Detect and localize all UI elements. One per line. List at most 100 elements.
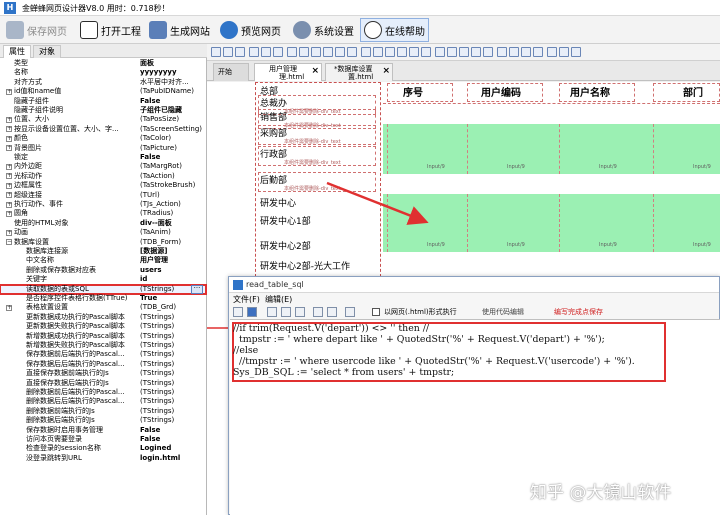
editor-tool-icon[interactable] (447, 47, 457, 57)
property-row[interactable]: + 超级连接 (TUrl) (0, 191, 206, 200)
grid-cell[interactable] (467, 194, 468, 252)
property-value[interactable]: 水平居中对齐... (140, 78, 202, 87)
property-row[interactable]: 保存数据时启用事务管理 False (0, 426, 206, 435)
property-value[interactable]: (TStrings) (140, 407, 202, 416)
editor-tool-icon[interactable] (347, 47, 357, 57)
property-row[interactable]: 数据库连接源 [数据源] (0, 247, 206, 256)
property-row[interactable]: 名称 yyyyyyyy (0, 68, 206, 77)
property-row[interactable]: 读取数据的表或SQL (TStrings) ··· (0, 283, 207, 296)
grid-cell[interactable] (559, 124, 560, 174)
editor-tool-icon[interactable] (421, 47, 431, 57)
property-value[interactable]: (TaPicture) (140, 144, 202, 153)
property-value[interactable]: (TaStrokeBrush) (140, 181, 202, 190)
paste-icon[interactable] (295, 307, 305, 317)
property-value[interactable]: False (140, 97, 202, 106)
property-row[interactable]: 直接保存数据后端执行的Js (TStrings) (0, 379, 206, 388)
editor-tool-icon[interactable] (273, 47, 283, 57)
property-row[interactable]: 检查登录的session名称 Logined (0, 444, 206, 453)
property-row[interactable]: + 表格放置设置 (TDB_Grd) (0, 303, 206, 312)
property-row[interactable]: + 按显示设备设置位置、大小、字... (TaScreenSetting) (0, 125, 206, 134)
online-help-button[interactable]: 在线帮助 (360, 18, 429, 42)
editor-tool-icon[interactable] (211, 47, 221, 57)
expand-icon[interactable]: + (6, 305, 12, 312)
property-value[interactable]: False (140, 426, 202, 435)
department-item[interactable]: 研发中心2部-光大工作 (260, 259, 350, 272)
system-settings-button[interactable]: 系统设置 (289, 18, 358, 42)
cut-icon[interactable] (267, 307, 277, 317)
editor-tool-icon[interactable] (373, 47, 383, 57)
editor-tool-icon[interactable] (509, 47, 519, 57)
find-icon[interactable] (345, 307, 355, 317)
expand-icon[interactable]: + (6, 117, 12, 124)
property-value[interactable]: (TStrings) (140, 322, 202, 331)
property-value[interactable]: users (140, 266, 202, 275)
editor-tool-icon[interactable] (497, 47, 507, 57)
property-value[interactable]: 面板 (140, 59, 202, 68)
department-panel[interactable]: 总部 总裁办 本组件需要删除-div_text 销售部 本组件需要删除-div_text… (255, 82, 381, 282)
property-value[interactable]: div--面板 (140, 219, 202, 228)
property-value[interactable]: (TaPubIDName) (140, 87, 202, 96)
editor-tool-icon[interactable] (361, 47, 371, 57)
expand-icon[interactable]: + (6, 173, 12, 180)
property-value[interactable]: (TStrings) (140, 332, 202, 341)
property-value[interactable]: 子组件已隐藏 (140, 106, 202, 115)
tab-objects[interactable]: 对象 (33, 45, 61, 58)
property-row[interactable]: + id值和name值 (TaPubIDName) (0, 87, 206, 96)
expand-icon[interactable]: + (6, 211, 12, 218)
property-row[interactable]: + 颜色 (TaColor) (0, 134, 206, 143)
property-value[interactable]: (TStrings) (140, 285, 188, 294)
property-value[interactable]: (TDB_Grd) (140, 303, 202, 312)
property-row[interactable]: + 位置、大小 (TaPosSize) (0, 115, 206, 124)
open-project-button[interactable]: 打开工程 (76, 18, 145, 42)
property-row[interactable]: 更新数据成功执行的Pascal脚本 (TStrings) (0, 313, 206, 322)
property-value[interactable]: yyyyyyyy (140, 68, 202, 77)
preview-page-button[interactable]: 预览网页 (216, 18, 285, 42)
property-value[interactable]: (TaAction) (140, 172, 202, 181)
property-row[interactable]: 删除数据前后端执行的Pascal... (TStrings) (0, 388, 206, 397)
grid-cell[interactable] (653, 194, 654, 252)
property-value[interactable]: True (140, 294, 202, 303)
editor-tool-icon[interactable] (323, 47, 333, 57)
editor-tool-icon[interactable] (385, 47, 395, 57)
expand-icon[interactable]: + (6, 135, 12, 142)
property-row[interactable]: 删除数据后后端执行的Pascal... (TStrings) (0, 397, 206, 406)
property-row[interactable]: + 圆角 (TRadius) (0, 209, 206, 218)
property-value[interactable]: Logined (140, 444, 202, 453)
property-row[interactable]: 隐藏子组件 False (0, 97, 206, 106)
property-row[interactable]: 使用的HTML对象 div--面板 (0, 219, 206, 228)
ellipsis-button[interactable]: ··· (191, 285, 203, 294)
property-row[interactable]: 没登录跳转到URL login.html (0, 454, 206, 463)
property-row[interactable]: + 执行动作、事件 (TJs_Action) (0, 200, 206, 209)
property-value[interactable]: (TRadius) (140, 209, 202, 218)
property-row[interactable]: + 内外边距 (TaMargRot) (0, 162, 206, 171)
property-value[interactable]: login.html (140, 454, 202, 463)
save-icon[interactable] (247, 307, 257, 317)
property-row[interactable]: 保存数据后后端执行的Pascal... (TStrings) (0, 360, 206, 369)
editor-tool-icon[interactable] (571, 47, 581, 57)
property-row[interactable]: 中文名称 用户管理 (0, 256, 206, 265)
property-value[interactable]: [数据源] (140, 247, 202, 256)
run-as-html-checkbox[interactable] (372, 308, 380, 316)
property-row[interactable]: 删除数据后端执行的Js (TStrings) (0, 416, 206, 425)
data-grid-row[interactable]: Input/9 Input/9 Input/9 Input/9 (383, 194, 720, 252)
editor-tool-icon[interactable] (287, 47, 297, 57)
copy-icon[interactable] (281, 307, 291, 317)
property-value[interactable]: 用户管理 (140, 256, 202, 265)
property-row[interactable]: 直接保存数据前端执行的Js (TStrings) (0, 369, 206, 378)
tab-user-management[interactable]: 用户管理 理.html × (254, 63, 322, 81)
property-value[interactable]: (TStrings) (140, 397, 202, 406)
grid-header[interactable]: 序号 用户编码 用户名称 部门 (383, 82, 720, 104)
property-row[interactable]: + 边框属性 (TaStrokeBrush) (0, 181, 206, 190)
collapse-icon[interactable]: − (6, 239, 12, 246)
dialog-title-bar[interactable]: read_table_sql (229, 277, 719, 293)
expand-icon[interactable]: + (6, 201, 12, 208)
editor-tool-icon[interactable] (533, 47, 543, 57)
property-row[interactable]: 隐藏子组件说明 子组件已隐藏 (0, 106, 206, 115)
grid-cell[interactable] (653, 124, 654, 174)
property-value[interactable]: (TaColor) (140, 134, 202, 143)
editor-tool-icon[interactable] (559, 47, 569, 57)
close-icon[interactable]: × (382, 67, 390, 76)
property-value[interactable]: (TStrings) (140, 313, 202, 322)
undo-icon[interactable] (313, 307, 323, 317)
property-row[interactable]: − 数据库设置 (TDB_Form) (0, 238, 206, 247)
